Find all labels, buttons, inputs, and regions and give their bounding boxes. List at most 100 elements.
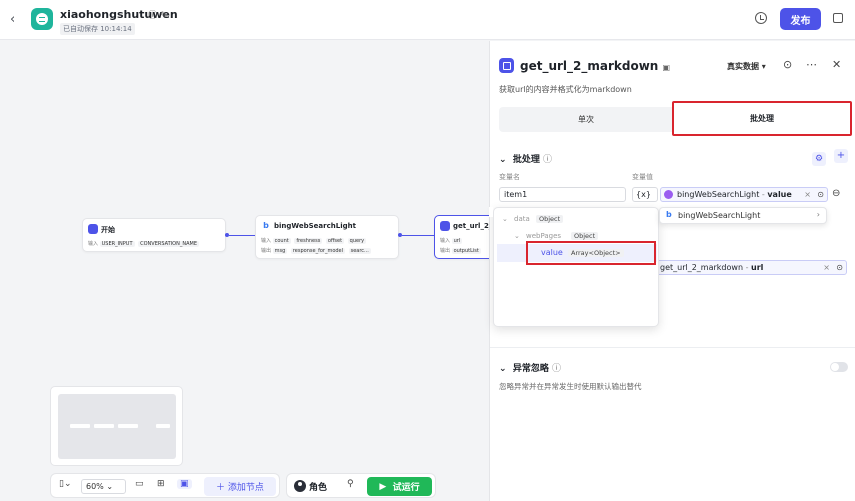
test-run-button[interactable]: ▶ 试运行 (367, 477, 432, 496)
target-icon[interactable]: ⊙ (817, 188, 824, 201)
var-type-select[interactable]: {x} ⌄ (632, 187, 658, 212)
bing-icon: b (666, 210, 672, 219)
clear-icon[interactable]: × (823, 261, 830, 274)
node-ref-icon (664, 190, 673, 199)
top-bar: ‹ xiaohongshutuwen ⓘ✎ 已自动保存 10:14:14 发布 (0, 0, 855, 40)
edge (402, 235, 434, 236)
submenu-label: bingWebSearchLight (678, 211, 761, 220)
app-logo (31, 8, 53, 30)
info-icon: ⓘ (542, 155, 552, 165)
ignore-error-toggle[interactable] (830, 362, 848, 372)
ref-field-name: url (751, 263, 764, 272)
chip: response_for_model (290, 248, 346, 254)
save-status: 已自动保存 10:14:14 (60, 23, 135, 35)
close-icon[interactable]: ✕ (832, 58, 841, 71)
batch-section-title[interactable]: ⌄ 批处理 ⓘ (499, 152, 552, 165)
workflow-canvas[interactable]: 开始 输入 USER_INPUT CONVERSATION_NAME b bin… (0, 41, 504, 501)
row-label: 输入 (261, 238, 272, 244)
variable-picker-dropdown: ⌄ data Object ⌄ webPages Object value Ar… (493, 207, 659, 327)
minimap-node (156, 424, 170, 428)
remove-variable-icon[interactable]: ⊖ (832, 188, 840, 199)
ref-separator: - (745, 263, 749, 272)
node-start[interactable]: 开始 输入 USER_INPUT CONVERSATION_NAME (82, 218, 226, 252)
input-url-reference[interactable]: get_url_2_markdown - url × ⊙ (655, 260, 847, 275)
gear-icon[interactable]: ⚙ (812, 152, 826, 166)
panel-title-text: get_url_2_markdown (520, 59, 659, 73)
batch-title-text: 批处理 (512, 155, 540, 165)
data-mode-select[interactable]: 真实数据 ▾ (727, 61, 766, 72)
var-value-reference[interactable]: bingWebSearchLight - value × ⊙ (660, 187, 828, 202)
clear-icon[interactable]: × (804, 188, 811, 201)
zoom-select[interactable]: 60% ⌄ (81, 479, 126, 494)
col-var-name: 变量名 (499, 173, 520, 181)
error-title-text: 异常忽略 (512, 364, 549, 374)
comment-icon[interactable]: ▭ (135, 479, 144, 489)
chevron-left-icon[interactable]: ‹ (10, 12, 15, 27)
chip: count (272, 238, 291, 244)
chip: searc... (348, 248, 371, 254)
node-row-input: 输入 USER_INPUT CONVERSATION_NAME (88, 240, 201, 247)
chip: msg (272, 248, 288, 254)
filler (489, 207, 493, 217)
chevron-right-icon: › (816, 210, 820, 219)
divider (490, 347, 855, 348)
mouse-mode-icon[interactable]: ▯⌄ (59, 479, 72, 489)
chip: CONVERSATION_NAME (138, 241, 199, 247)
tree-item-data[interactable]: ⌄ data Object (494, 211, 660, 228)
type-chip: Object (571, 232, 599, 240)
role-icon (294, 480, 306, 492)
node-row-output: 输出 outputList (440, 247, 483, 254)
var-name-input[interactable]: item1 (499, 187, 626, 202)
minimap-node (94, 424, 114, 428)
play-icon[interactable]: ⊙ (783, 58, 792, 71)
row-label: 输出 (261, 248, 272, 254)
edit-icon[interactable]: ✎ (160, 11, 171, 21)
chevron-down-icon: ⌄ (502, 215, 508, 223)
node-row-input: 输入 count freshness offset query (261, 237, 368, 244)
node-row-output: 输出 msg response_for_model searc... (261, 247, 373, 254)
row-label: 输出 (440, 248, 451, 254)
data-mode-value: 真实数据 (727, 62, 759, 71)
test-run-label: 试运行 (392, 483, 420, 493)
add-variable-button[interactable]: + (834, 149, 848, 163)
plugin-icon (499, 58, 514, 73)
minimap-node (118, 424, 138, 428)
tab-batch[interactable]: 批处理 (672, 101, 852, 136)
debug-icon[interactable]: ⚲ (347, 479, 354, 489)
panel-title: get_url_2_markdown ▣ (520, 59, 670, 73)
minimap[interactable] (50, 386, 183, 466)
row-label: 输入 (88, 241, 99, 247)
bing-icon: b (261, 221, 271, 231)
more-icon[interactable]: ⋯ (806, 58, 817, 71)
node-submenu[interactable]: b bingWebSearchLight › (659, 207, 827, 224)
publish-button[interactable]: 发布 (780, 8, 821, 30)
edge (229, 235, 255, 236)
minimap-node (70, 424, 90, 428)
type-chip: Object (536, 215, 564, 223)
error-description: 忽略异常并在异常发生时使用默认输出替代 (499, 382, 642, 391)
tab-single[interactable]: 单次 (499, 107, 673, 132)
role-button[interactable]: 角色 (309, 480, 327, 493)
node-row-input: 输入 url (440, 237, 464, 244)
minimap-toggle-icon[interactable]: ▣ (177, 479, 192, 489)
grid-icon[interactable]: ⊞ (157, 479, 165, 489)
panel-description: 获取url的内容并格式化为markdown (499, 85, 632, 94)
info-icon: ⓘ (551, 364, 561, 374)
node-bing[interactable]: b bingWebSearchLight 输入 count freshness … (255, 215, 399, 259)
mode-tabs: 单次 批处理 (499, 101, 852, 136)
add-node-button[interactable]: ＋ 添加节点 (204, 477, 276, 496)
minimap-viewport (58, 394, 176, 459)
error-section-title[interactable]: ⌄ 异常忽略 ⓘ (499, 361, 561, 374)
ref-field-name: value (767, 190, 792, 199)
chip: outputList (451, 248, 481, 254)
add-node-label: 添加节点 (227, 483, 264, 493)
canvas-toolbar: ▯⌄ 60% ⌄ ▭ ⊞ ▣ ＋ 添加节点 (50, 473, 280, 498)
target-icon[interactable]: ⊙ (836, 261, 843, 274)
copy-icon[interactable] (833, 13, 843, 23)
run-toolbar: 角色 ⚲ ▶ 试运行 (286, 473, 436, 498)
chip: url (451, 238, 463, 244)
history-icon[interactable] (755, 12, 767, 24)
rename-icon[interactable]: ▣ (663, 63, 671, 72)
chip: query (347, 238, 367, 244)
info-icon[interactable]: ⓘ (148, 11, 160, 21)
